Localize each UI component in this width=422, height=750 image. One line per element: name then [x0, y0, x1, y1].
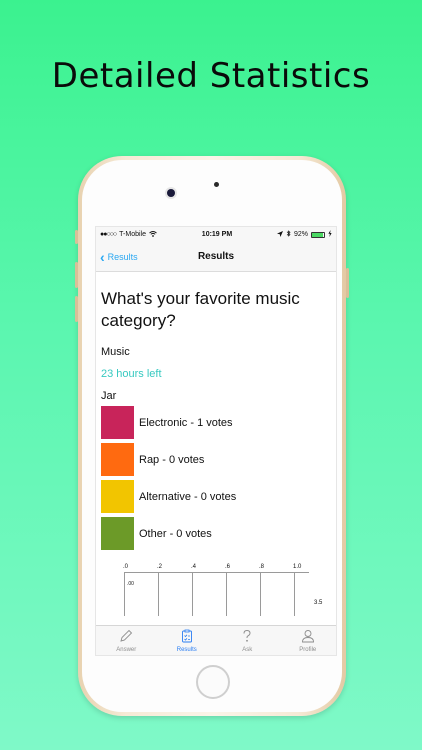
chart-gridline [260, 572, 261, 616]
chart-tick-label: .8 [259, 564, 265, 570]
headline: Detailed Statistics [51, 56, 371, 96]
signal-dots: ●●○○○ [100, 231, 117, 238]
poll-category: Music [101, 346, 130, 358]
volume-up-button [75, 262, 78, 288]
question-icon [240, 629, 254, 646]
chart-axis [124, 572, 309, 573]
chart-gridline [226, 572, 227, 616]
option-alternative: Alternative - 0 votes [101, 480, 331, 513]
options-legend: Electronic - 1 votes Rap - 0 votes Alter… [101, 406, 331, 550]
tab-answer[interactable]: Answer [96, 626, 157, 655]
clipboard-icon [180, 629, 194, 646]
tab-label: Ask [242, 646, 253, 653]
chart-gridline [192, 572, 193, 616]
back-button[interactable]: ‹ Results [100, 242, 138, 272]
poll-question: What's your favorite music category? [101, 289, 300, 330]
tab-label: Answer [116, 646, 137, 653]
option-label: Alternative - 0 votes [139, 490, 237, 503]
option-swatch [101, 517, 134, 550]
option-swatch [101, 406, 134, 439]
chart-tick-label: .0 [123, 564, 129, 570]
option-other: Other - 0 votes [101, 517, 331, 550]
volume-down-button [75, 296, 78, 322]
status-bar: ●●○○○ T-Mobile 10:19 PM 92% [96, 227, 336, 242]
power-button [346, 268, 349, 298]
mute-switch [75, 230, 78, 244]
navigation-bar: ‹ Results Results [96, 242, 336, 272]
phone-frame: ●●○○○ T-Mobile 10:19 PM 92% ‹ Results Re… [75, 156, 349, 716]
tab-label: Profile [299, 646, 317, 653]
home-button[interactable] [196, 665, 230, 699]
chart-annotation: 3.5 [314, 600, 323, 606]
status-time: 10:19 PM [201, 231, 233, 238]
option-label: Electronic - 1 votes [139, 416, 233, 429]
speaker [214, 182, 219, 187]
tab-profile[interactable]: Profile [278, 626, 337, 655]
battery-icon [310, 231, 325, 238]
bluetooth-icon [286, 230, 291, 239]
chart-annotation: .00 [127, 581, 134, 587]
back-button-label: Results [107, 252, 138, 262]
wifi-icon [149, 230, 157, 239]
pencil-icon [119, 629, 133, 646]
option-swatch [101, 480, 134, 513]
battery-percent: 92% [293, 231, 308, 238]
chart-gridline [158, 572, 159, 616]
results-chart: .0 .2 .4 .6 .8 1.0 .00 3.5 [101, 564, 331, 616]
tab-label: Results [176, 646, 197, 653]
tab-ask[interactable]: Ask [217, 626, 278, 655]
carrier-label: T-Mobile [119, 231, 146, 238]
results-content: What's your favorite music category? Mus… [96, 272, 336, 616]
option-electronic: Electronic - 1 votes [101, 406, 331, 439]
front-camera [167, 189, 175, 197]
option-rap: Rap - 0 votes [101, 443, 331, 476]
chart-tick-label: 1.0 [293, 564, 302, 570]
option-label: Rap - 0 votes [139, 453, 205, 466]
charging-bolt-icon [328, 230, 332, 239]
option-label: Other - 0 votes [139, 527, 212, 540]
chart-gridline [124, 572, 125, 616]
phone-face: ●●○○○ T-Mobile 10:19 PM 92% ‹ Results Re… [82, 160, 342, 712]
chart-tick-label: .6 [225, 564, 231, 570]
option-swatch [101, 443, 134, 476]
page-title: Results [197, 251, 235, 262]
chart-tick-label: .2 [157, 564, 163, 570]
location-arrow-icon [276, 230, 283, 239]
screen: ●●○○○ T-Mobile 10:19 PM 92% ‹ Results Re… [95, 226, 337, 656]
person-icon [301, 629, 315, 646]
tab-bar: Answer Results Ask Profile [96, 625, 337, 655]
poll-time-left: 23 hours left [101, 368, 162, 380]
chevron-left-icon: ‹ [100, 249, 105, 265]
chart-tick-label: .4 [191, 564, 197, 570]
tab-results[interactable]: Results [157, 626, 218, 655]
poll-owner: Jar [101, 390, 117, 402]
chart-gridline [294, 572, 295, 616]
